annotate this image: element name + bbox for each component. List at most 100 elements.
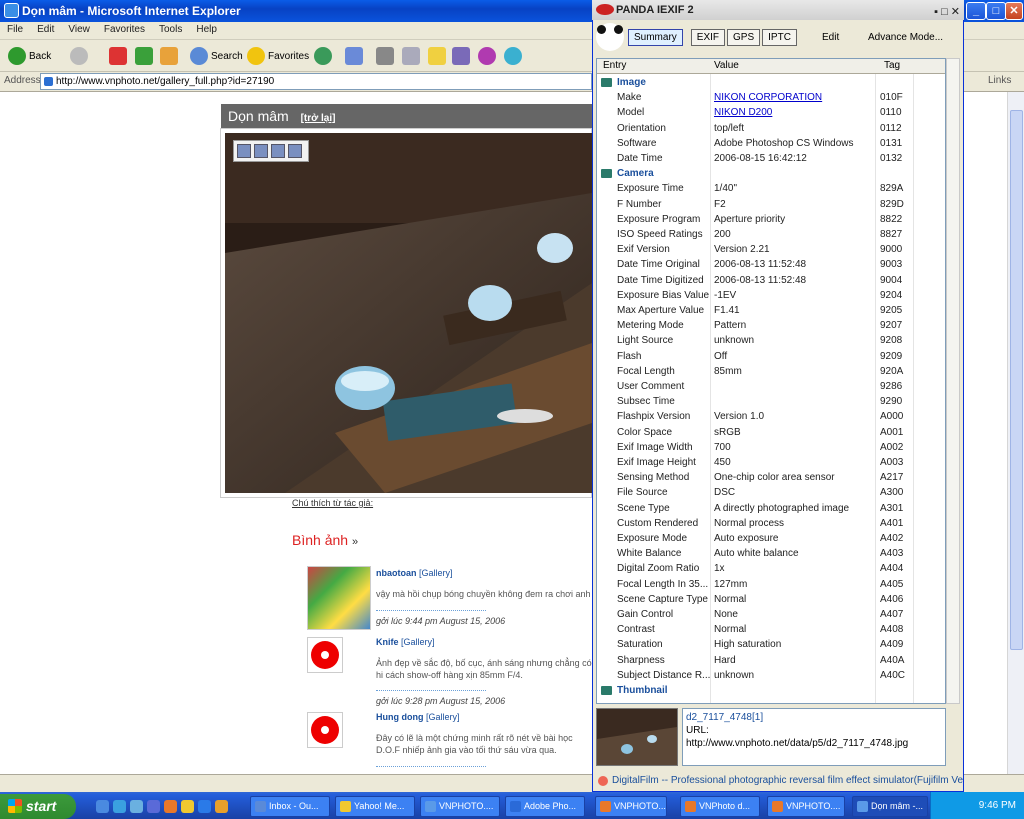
task-vnphoto[interactable]: VNPHOTO.... <box>420 796 500 817</box>
section-row[interactable]: Thumbnail <box>597 683 945 698</box>
exif-row[interactable]: Subject Distance R... unknown A40C <box>597 668 945 683</box>
menu-favorites[interactable]: Favorites <box>97 22 152 37</box>
exif-row[interactable]: White Balance Auto white balance A403 <box>597 546 945 561</box>
msn-button[interactable] <box>504 45 522 67</box>
exif-row[interactable]: Exif Version Version 2.21 9000 <box>597 242 945 257</box>
comment-author[interactable]: Hung dong [Gallery] <box>376 712 460 722</box>
search-button[interactable]: Search <box>190 45 243 67</box>
exif-row[interactable]: Make NIKON CORPORATION 010F <box>597 90 945 105</box>
exif-row[interactable]: Exif Image Width 700 A002 <box>597 440 945 455</box>
save-icon[interactable] <box>237 144 251 158</box>
menu-help[interactable]: Help <box>189 22 224 37</box>
edit-button[interactable]: Edit <box>822 28 839 46</box>
gallery-link[interactable]: [Gallery] <box>426 712 460 722</box>
task-yahoo[interactable]: Yahoo! Me... <box>335 796 415 817</box>
exif-row[interactable]: Metering Mode Pattern 9207 <box>597 318 945 333</box>
exif-row[interactable]: Scene Type A directly photographed image A… <box>597 501 945 516</box>
outlook-quicklaunch-icon[interactable] <box>130 800 143 813</box>
exif-row[interactable]: Flashpix Version Version 1.0 A000 <box>597 409 945 424</box>
panda-status[interactable]: DigitalFilm -- Professional photographic… <box>594 772 964 790</box>
avatar[interactable] <box>307 637 343 673</box>
folder-icon[interactable] <box>288 144 302 158</box>
start-button[interactable]: start <box>0 794 76 819</box>
scroll-thumb[interactable] <box>1010 110 1023 650</box>
exif-row[interactable]: User Comment 9286 <box>597 379 945 394</box>
exif-row[interactable]: Sharpness Hard A40A <box>597 653 945 668</box>
forward-button[interactable] <box>70 45 88 67</box>
exif-row[interactable]: Contrast Normal A408 <box>597 622 945 637</box>
exif-row[interactable]: Focal Length 85mm 920A <box>597 364 945 379</box>
exif-row[interactable]: Sensing Method One-chip color area sensor… <box>597 470 945 485</box>
exif-row[interactable]: Exposure Mode Auto exposure A402 <box>597 531 945 546</box>
header-tag[interactable]: Tag <box>884 60 900 71</box>
advance-mode-button[interactable]: Advance Mode... <box>868 28 943 46</box>
tab-iptc[interactable]: IPTC <box>762 28 797 46</box>
mail-icon[interactable] <box>271 144 285 158</box>
favorites-button[interactable]: Favorites <box>247 45 309 67</box>
exif-row[interactable]: Date Time 2006-08-15 16:42:12 0132 <box>597 151 945 166</box>
avatar[interactable] <box>307 566 371 630</box>
address-input[interactable]: http://www.vnphoto.net/gallery_full.php?… <box>40 73 592 90</box>
exif-row[interactable]: Scene Capture Type Normal A406 <box>597 592 945 607</box>
value-cell[interactable]: NIKON D200 <box>714 105 772 120</box>
refresh-button[interactable] <box>135 45 153 67</box>
exif-row[interactable]: Date Time Original 2006-08-13 11:52:48 900… <box>597 257 945 272</box>
section-row[interactable]: Camera <box>597 166 945 181</box>
gallery-photo[interactable] <box>225 133 592 493</box>
exif-row[interactable]: Date Time Digitized 2006-08-13 11:52:48 90… <box>597 273 945 288</box>
exif-row[interactable]: Exposure Program Aperture priority 8822 <box>597 212 945 227</box>
caption-link[interactable]: Chú thích từ tác giả: <box>292 498 373 508</box>
mail-button[interactable] <box>345 45 363 67</box>
tab-gps[interactable]: GPS <box>727 28 761 46</box>
task-vnphoto[interactable]: VNPhoto d... <box>680 796 760 817</box>
exif-row[interactable]: Model NIKON D200 0110 <box>597 105 945 120</box>
exif-row[interactable]: F Number F2 829D <box>597 197 945 212</box>
exif-row[interactable]: Color Space sRGB A001 <box>597 425 945 440</box>
yahoo-quicklaunch-icon[interactable] <box>181 800 194 813</box>
print-icon[interactable] <box>254 144 268 158</box>
exif-row[interactable]: Exif Image Height 450 A003 <box>597 455 945 470</box>
task-photoshop[interactable]: Adobe Pho... <box>505 796 585 817</box>
ie-quicklaunch-icon[interactable] <box>113 800 126 813</box>
stop-button[interactable] <box>109 45 127 67</box>
task-vnphoto[interactable]: VNPHOTO.... <box>767 796 845 817</box>
value-cell[interactable]: NIKON CORPORATION <box>714 90 822 105</box>
maximize-button[interactable]: □ <box>986 2 1006 20</box>
gallery-link[interactable]: [Gallery] <box>401 637 435 647</box>
minimize-button[interactable]: _ <box>966 2 986 20</box>
grid-scrollbar[interactable] <box>946 58 960 704</box>
menu-file[interactable]: File <box>0 22 30 37</box>
exif-row[interactable]: Custom Rendered Normal process A401 <box>597 516 945 531</box>
header-entry[interactable]: Entry <box>603 60 626 71</box>
history-button[interactable] <box>314 45 332 67</box>
home-button[interactable] <box>160 45 178 67</box>
exif-row[interactable]: Exposure Time 1/40" 829A <box>597 181 945 196</box>
menu-edit[interactable]: Edit <box>30 22 61 37</box>
panda-window-controls[interactable]: ▪ □ ✕ <box>934 2 960 22</box>
tab-summary[interactable]: Summary <box>628 28 683 46</box>
research-button[interactable] <box>452 45 470 67</box>
tab-exif[interactable]: EXIF <box>690 28 726 46</box>
exif-row[interactable]: Max Aperture Value F1.41 9205 <box>597 303 945 318</box>
menu-tools[interactable]: Tools <box>152 22 189 37</box>
media-quicklaunch-icon[interactable] <box>215 800 228 813</box>
menu-view[interactable]: View <box>61 22 97 37</box>
task-outlook[interactable]: Inbox - Ou... <box>250 796 330 817</box>
exif-row[interactable]: Software Adobe Photoshop CS Windows 0131 <box>597 136 945 151</box>
task-vnphoto[interactable]: VNPHOTO.... <box>595 796 667 817</box>
discuss-button[interactable] <box>428 45 446 67</box>
exif-row[interactable]: Saturation High saturation A409 <box>597 637 945 652</box>
firefox-quicklaunch-icon[interactable] <box>164 800 177 813</box>
explorer-quicklaunch-icon[interactable] <box>147 800 160 813</box>
exif-row[interactable]: Orientation top/left 0112 <box>597 121 945 136</box>
exif-row[interactable]: Digital Zoom Ratio 1x A404 <box>597 561 945 576</box>
print-button[interactable] <box>376 45 394 67</box>
messenger-button[interactable] <box>478 45 496 67</box>
back-button[interactable]: Back <box>8 45 51 67</box>
comment-author[interactable]: Knife [Gallery] <box>376 637 435 647</box>
section-row[interactable]: Image <box>597 75 945 90</box>
show-desktop-icon[interactable] <box>96 800 109 813</box>
links-label[interactable]: Links <box>988 75 1011 86</box>
comment-author[interactable]: nbaotoan [Gallery] <box>376 568 453 578</box>
exif-row[interactable]: Flash Off 9209 <box>597 349 945 364</box>
